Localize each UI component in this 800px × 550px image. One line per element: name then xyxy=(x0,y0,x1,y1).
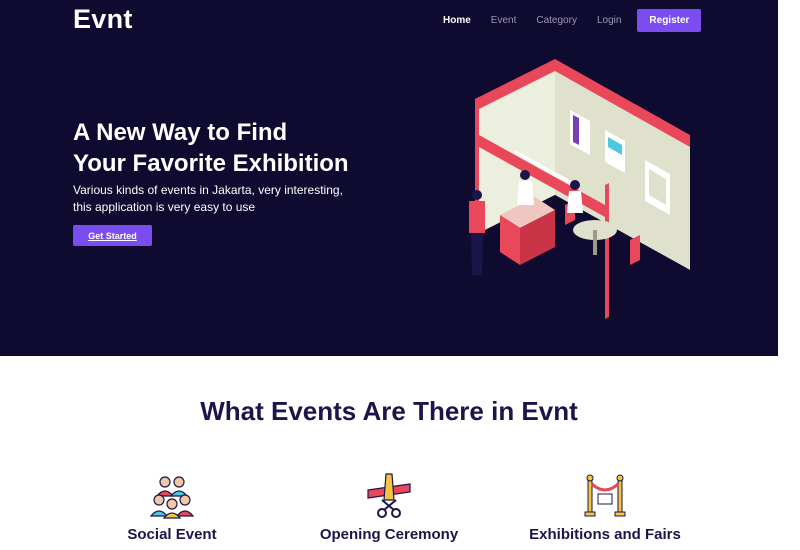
hero-title-line1: A New Way to Find xyxy=(73,119,288,146)
feature-opening-ceremony[interactable]: Opening Ceremony xyxy=(289,470,489,543)
feature-label: Social Event xyxy=(127,526,217,543)
nav-home[interactable]: Home xyxy=(443,15,471,26)
nav-login[interactable]: Login xyxy=(597,15,621,26)
nav-category[interactable]: Category xyxy=(536,15,577,26)
hero-title: A New Way to Find Your Favorite Exhibiti… xyxy=(73,117,453,179)
rope-barrier-icon xyxy=(584,474,626,517)
ribbon-cutting-icon xyxy=(367,473,411,518)
hero-subtitle-line1: Various kinds of events in Jakarta, very… xyxy=(73,183,343,197)
hero-title-line2: Your Favorite Exhibition xyxy=(73,150,349,177)
group-people-icon xyxy=(149,476,195,519)
hero-section: Evnt Home Event Category Login Register … xyxy=(0,0,778,356)
brand-logo[interactable]: Evnt xyxy=(73,4,133,35)
main-nav: Home Event Category Login Register xyxy=(443,8,721,32)
exhibition-booth-illustration xyxy=(469,59,690,319)
nav-event[interactable]: Event xyxy=(491,15,517,26)
register-button[interactable]: Register xyxy=(637,8,702,32)
hero-subtitle-line2: this application is very easy to use xyxy=(73,200,256,214)
get-started-button[interactable]: Get Started xyxy=(73,225,152,246)
feature-social-event[interactable]: Social Event xyxy=(72,470,272,543)
feature-label: Exhibitions and Fairs xyxy=(529,526,681,543)
section-title: What Events Are There in Evnt xyxy=(200,396,578,426)
hero-subtitle: Various kinds of events in Jakarta, very… xyxy=(73,182,373,216)
feature-label: Opening Ceremony xyxy=(319,526,459,543)
feature-exhibitions-fairs[interactable]: Exhibitions and Fairs xyxy=(505,470,705,543)
